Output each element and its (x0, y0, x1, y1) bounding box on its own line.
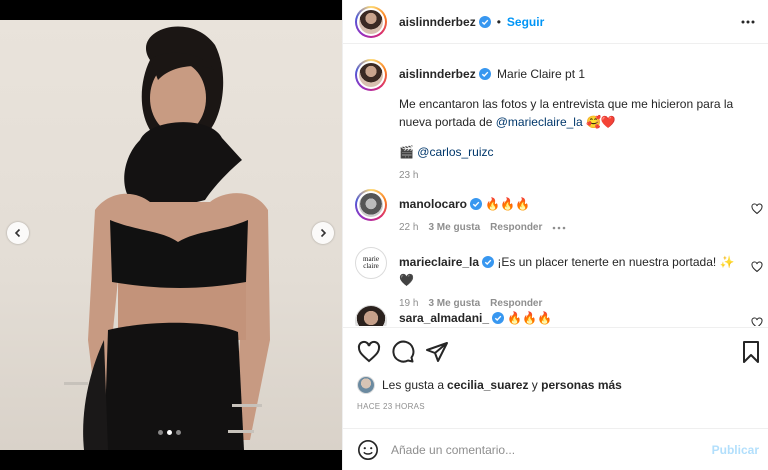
carousel-dot (176, 430, 181, 435)
mention-link[interactable]: @marieclaire_la (496, 115, 583, 129)
clapperboard-icon: 🎬 (399, 145, 414, 159)
verified-badge-icon (482, 256, 495, 268)
comment-text: 🔥🔥🔥 (507, 311, 553, 325)
comment-item: marie claire marieclaire_la ¡Es un place… (355, 247, 763, 313)
publish-button[interactable]: Publicar (712, 443, 759, 457)
credit-line: 🎬 @carlos_ruizc (399, 143, 739, 161)
author-avatar[interactable] (355, 59, 387, 91)
comment-username[interactable]: sara_almadani_ (399, 311, 489, 325)
like-comment-heart-icon[interactable] (751, 261, 763, 273)
caption-emojis: 🥰❤️ (585, 115, 616, 129)
comment-bubble-icon[interactable] (391, 340, 415, 364)
comment-time[interactable]: 22 h (399, 219, 418, 237)
post-photo[interactable] (0, 20, 342, 450)
comment-username[interactable]: marieclaire_la (399, 255, 479, 269)
previous-image-button[interactable] (7, 222, 29, 244)
reply-button[interactable]: Responder (490, 219, 542, 237)
verified-badge-icon (478, 68, 491, 80)
emoji-icon[interactable] (357, 439, 379, 461)
more-options-icon[interactable] (740, 15, 756, 29)
save-bookmark-icon[interactable] (741, 340, 761, 364)
likes-others-link[interactable]: personas más (541, 378, 622, 392)
caption-username[interactable]: aislinnderbez (399, 67, 476, 81)
carousel-dot-active (167, 430, 172, 435)
model-photo-illustration (64, 26, 270, 450)
caption: aislinnderbez Marie Claire pt 1 Me encan… (355, 59, 739, 185)
likes-summary: Les gusta a cecilia_suarez y personas má… (357, 376, 622, 394)
author-avatar[interactable] (355, 5, 387, 38)
post-media (0, 0, 342, 470)
caption-text-line2: nueva portada de @marieclaire_la 🥰❤️ (399, 113, 739, 131)
comment-item: sara_almadani_ 🔥🔥🔥 (355, 305, 763, 326)
carousel-dot (158, 430, 163, 435)
verified-badge-icon (492, 312, 505, 324)
liker-avatar[interactable] (357, 376, 375, 394)
follow-button[interactable]: Seguir (507, 15, 544, 29)
author-username[interactable]: aislinnderbez (399, 15, 476, 29)
likes-prefix: Les gusta a (382, 378, 445, 392)
like-comment-heart-icon[interactable] (751, 317, 763, 326)
caption-text-line1: Me encantaron las fotos y la entrevista … (399, 97, 734, 111)
like-heart-icon[interactable] (357, 340, 381, 364)
verified-badge-icon (478, 15, 491, 28)
liker-username[interactable]: cecilia_suarez (447, 378, 528, 392)
share-paper-plane-icon[interactable] (425, 340, 449, 364)
post-sidebar: aislinnderbez • Seguir aislinnderbez Mar… (342, 0, 768, 470)
credit-mention-link[interactable]: @carlos_ruizc (417, 145, 493, 159)
comment-options-icon[interactable] (552, 226, 566, 230)
caption-text-prefix: nueva portada de (399, 115, 496, 129)
chevron-right-icon (320, 228, 327, 238)
carousel-indicator (158, 430, 181, 435)
instagram-post: aislinnderbez • Seguir aislinnderbez Mar… (0, 0, 768, 470)
separator-dot: • (496, 14, 501, 29)
verified-badge-icon (470, 198, 483, 210)
comment-likes[interactable]: 3 Me gusta (428, 219, 480, 237)
commenter-avatar[interactable]: marie claire (355, 247, 387, 279)
comment-username[interactable]: manolocaro (399, 197, 467, 211)
post-timestamp[interactable]: HACE 23 HORAS (357, 402, 425, 411)
comment-input[interactable]: Añade un comentario... (391, 443, 515, 457)
commenter-avatar[interactable] (355, 305, 387, 326)
post-actions (343, 327, 768, 371)
comment-item: manolocaro 🔥🔥🔥 22 h 3 Me gusta Responder (355, 189, 763, 237)
chevron-left-icon (14, 228, 21, 238)
comment-text: 🔥🔥🔥 (485, 197, 531, 211)
next-image-button[interactable] (312, 222, 334, 244)
post-header: aislinnderbez • Seguir (343, 0, 768, 44)
add-comment-bar: Añade un comentario... Publicar (343, 428, 768, 470)
commenter-avatar[interactable] (355, 189, 387, 221)
likes-middle: y (528, 378, 542, 392)
marie-claire-logo: marie claire (355, 247, 387, 279)
like-comment-heart-icon[interactable] (751, 203, 763, 215)
comments-section: aislinnderbez Marie Claire pt 1 Me encan… (343, 45, 768, 326)
caption-time[interactable]: 23 h (399, 167, 418, 185)
caption-title: Marie Claire pt 1 (497, 67, 586, 81)
